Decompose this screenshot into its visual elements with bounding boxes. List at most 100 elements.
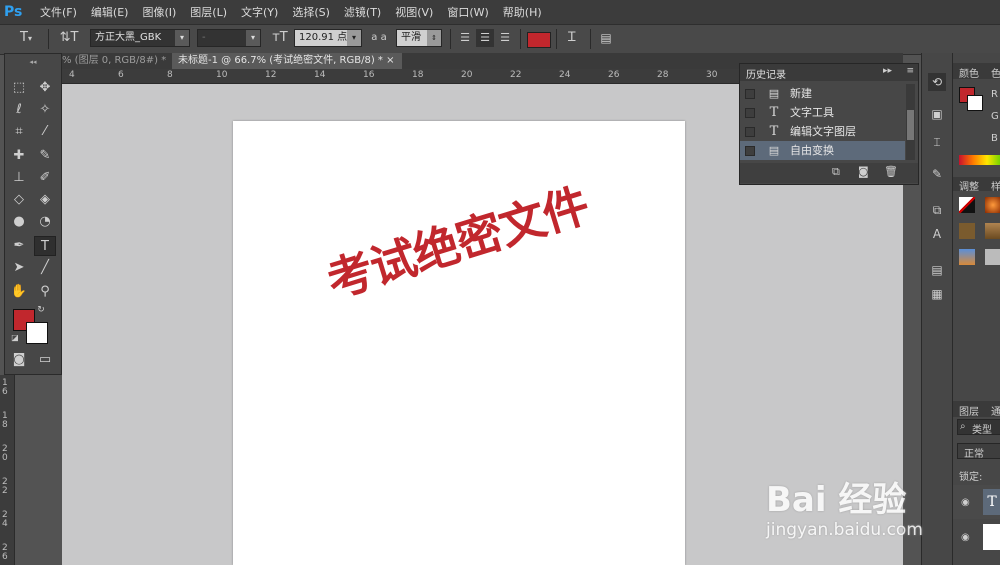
tab-styles[interactable]: 样 [991, 178, 1000, 193]
align-right-icon[interactable]: ☰ [496, 29, 514, 47]
type-tool-preset-icon[interactable]: T▾ [14, 29, 38, 47]
history-snapshot-checkbox[interactable] [745, 146, 755, 156]
history-snapshot-checkbox[interactable] [745, 108, 755, 118]
tab-document-1[interactable]: % (图层 0, RGB/8#) * × [62, 53, 168, 69]
menu-view[interactable]: 视图(V) [395, 4, 433, 20]
collapse-toolbar-icon[interactable]: ◂◂ [8, 58, 58, 66]
move-tool-icon[interactable]: ✥ [34, 78, 56, 98]
menu-bar: Ps 文件(F) 编辑(E) 图像(I) 图层(L) 文字(Y) 选择(S) 滤… [0, 0, 1000, 24]
document-page[interactable] [233, 121, 685, 565]
line-tool-icon[interactable]: ╱ [34, 258, 56, 278]
style-none-icon[interactable] [959, 197, 975, 213]
font-size-value: 120.91 点 [299, 32, 348, 43]
character-panel-icon[interactable]: ▤ [596, 29, 616, 47]
menu-help[interactable]: 帮助(H) [503, 4, 542, 20]
blur-tool-icon[interactable]: ● [8, 212, 30, 232]
history-item[interactable]: T 编辑文字图层 [740, 122, 905, 141]
background-color-swatch[interactable] [26, 322, 48, 344]
trash-icon[interactable]: 🗑 [884, 165, 898, 178]
actions-panel-icon[interactable]: ▣ [928, 105, 946, 123]
menu-filter[interactable]: 滤镜(T) [344, 4, 381, 20]
character-panel-icon[interactable]: A [928, 225, 946, 243]
healing-brush-tool-icon[interactable]: ✚ [8, 146, 30, 166]
menu-select[interactable]: 选择(S) [292, 4, 330, 20]
menu-layer[interactable]: 图层(L) [190, 4, 227, 20]
options-bar: T▾ ⇅T 方正大黑_GBK ▾ - ▾ тT 120.91 点 ▾ a a 平… [0, 24, 1000, 55]
font-size-input[interactable]: 120.91 点 ▾ [294, 29, 362, 47]
panel-expand-icon[interactable]: ▸▸ [883, 66, 892, 76]
ruler-number: 6 [118, 70, 124, 80]
menu-file[interactable]: 文件(F) [40, 4, 77, 20]
clone-source-icon[interactable]: ⧉ [928, 201, 946, 219]
color-spectrum-bar[interactable] [959, 155, 1000, 165]
paint-bucket-tool-icon[interactable]: ◈ [34, 190, 56, 210]
crop-tool-icon[interactable]: ⌗ [8, 122, 30, 142]
scrollbar-thumb[interactable] [907, 110, 914, 140]
properties-panel-icon[interactable]: ▦ [928, 285, 946, 303]
text-tool-icon: T [769, 105, 779, 120]
marquee-tool-icon[interactable]: ⬚ [8, 78, 30, 98]
history-scrollbar[interactable] [906, 84, 915, 160]
adjustments-panel-tabs: 调整 样 [953, 177, 1000, 193]
history-panel-icon[interactable]: ⟲ [928, 73, 946, 91]
tab-layers[interactable]: 图层 [959, 403, 979, 418]
antialias-select[interactable]: 平滑 ⇕ [396, 29, 442, 47]
history-item-selected[interactable]: ▤ 自由变换 [740, 141, 905, 160]
quick-mask-icon[interactable]: ◙ [8, 350, 30, 370]
style-preset-icon[interactable] [985, 223, 1000, 239]
history-item[interactable]: ▤ 新建 [740, 84, 905, 103]
tab-document-2[interactable]: 未标题-1 @ 66.7% (考试绝密文件, RGB/8) * × [172, 53, 402, 69]
menu-edit[interactable]: 编辑(E) [91, 4, 129, 20]
swap-colors-icon[interactable]: ↻ [35, 304, 47, 316]
style-preset-icon[interactable] [959, 249, 975, 265]
default-colors-icon[interactable]: ◪ [9, 332, 21, 344]
align-center-icon[interactable]: ☰ [476, 29, 494, 47]
pen-tool-icon[interactable]: ✒ [8, 236, 30, 256]
history-item[interactable]: T 文字工具 [740, 103, 905, 122]
style-preset-icon[interactable] [985, 197, 1000, 213]
tab-swatches[interactable]: 色 [991, 65, 1000, 80]
close-icon[interactable]: × [386, 55, 394, 66]
menu-window[interactable]: 窗口(W) [447, 4, 488, 20]
zoom-tool-icon[interactable]: ⚲ [34, 282, 56, 302]
color-panel-background[interactable] [967, 95, 983, 111]
tool-presets-icon[interactable]: ⌶ [928, 133, 946, 151]
type-tool-icon[interactable]: T [34, 236, 56, 256]
history-item-label: 文字工具 [790, 106, 834, 119]
panel-menu-icon[interactable]: ≡ [906, 66, 914, 76]
magic-wand-tool-icon[interactable]: ✧ [34, 100, 56, 120]
style-preset-icon[interactable] [959, 223, 975, 239]
camera-snapshot-icon[interactable]: ◙ [858, 165, 869, 178]
history-panel-title[interactable]: 历史记录 [746, 66, 786, 81]
menu-type[interactable]: 文字(Y) [241, 4, 278, 20]
screen-mode-icon[interactable]: ▭ [34, 350, 56, 370]
tab-channels[interactable]: 通 [991, 403, 1000, 418]
history-snapshot-checkbox[interactable] [745, 89, 755, 99]
text-color-swatch[interactable] [527, 32, 551, 48]
history-brush-tool-icon[interactable]: ✐ [34, 168, 56, 188]
brush-tool-icon[interactable]: ✎ [34, 146, 56, 166]
eyedropper-tool-icon[interactable]: ⁄ [34, 122, 56, 142]
menu-image[interactable]: 图像(I) [142, 4, 176, 20]
warp-text-icon[interactable]: Ꮖ [562, 29, 582, 47]
tab-adjustments[interactable]: 调整 [959, 178, 979, 193]
font-style-select[interactable]: - ▾ [197, 29, 261, 47]
style-preset-icon[interactable] [985, 249, 1000, 265]
path-selection-tool-icon[interactable]: ➤ [8, 258, 30, 278]
history-snapshot-checkbox[interactable] [745, 127, 755, 137]
font-family-select[interactable]: 方正大黑_GBK ▾ [90, 29, 190, 47]
tab-color[interactable]: 颜色 [959, 65, 979, 80]
info-panel-icon[interactable]: ▤ [928, 261, 946, 279]
layer-filter-select[interactable]: ⌕ 类型 [957, 419, 1000, 436]
hand-tool-icon[interactable]: ✋ [8, 282, 30, 302]
dodge-tool-icon[interactable]: ◔ [34, 212, 56, 232]
lasso-tool-icon[interactable]: ℓ [8, 100, 30, 120]
clone-stamp-tool-icon[interactable]: ⊥ [8, 168, 30, 188]
eraser-tool-icon[interactable]: ◇ [8, 190, 30, 210]
toggle-text-orientation-icon[interactable]: ⇅T [58, 29, 80, 47]
brush-panel-icon[interactable]: ✎ [928, 165, 946, 183]
align-left-icon[interactable]: ☰ [456, 29, 474, 47]
new-document-from-state-icon[interactable]: ⧉ [832, 165, 840, 179]
tools-panel: ◂◂ ⬚ ✥ ℓ ✧ ⌗ ⁄ ✚ ✎ ⊥ ✐ ◇ ◈ ● ◔ ✒ T ➤ ╱ ✋… [4, 53, 62, 375]
color-panel-tabs: 颜色 色 [953, 63, 1000, 80]
